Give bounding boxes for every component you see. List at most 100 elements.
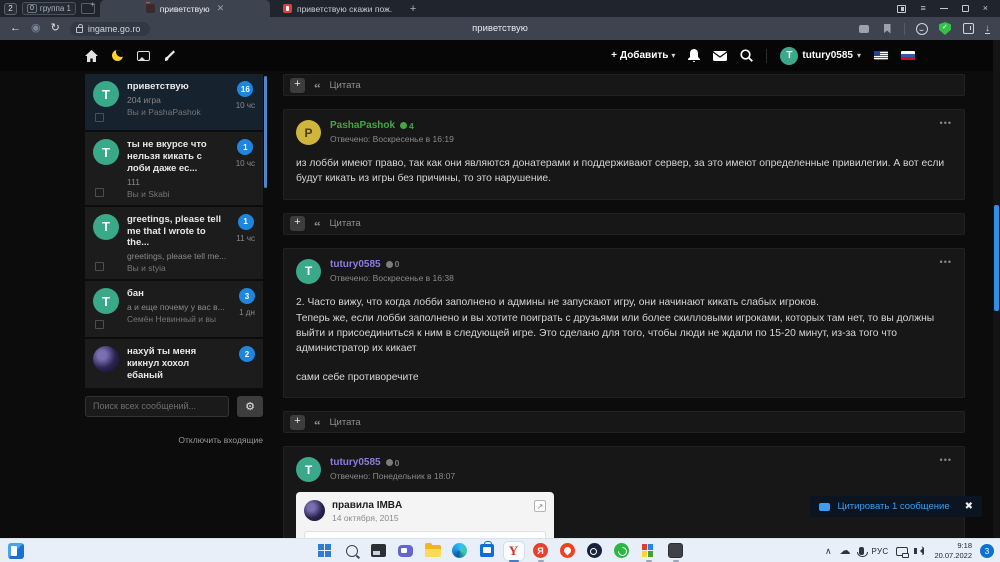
- downloads-icon[interactable]: ↓: [985, 23, 990, 34]
- sidebar-scrollbar[interactable]: [264, 76, 267, 188]
- conversation-checkbox[interactable]: [95, 320, 104, 330]
- multiquote-plus-button[interactable]: +: [290, 414, 305, 430]
- alice-assistant-icon[interactable]: [916, 22, 928, 35]
- post-options-icon[interactable]: •••: [940, 118, 952, 128]
- post-author[interactable]: tutury0585: [330, 259, 381, 270]
- minimize-icon[interactable]: [939, 8, 948, 9]
- microsoft-store-icon[interactable]: [477, 541, 497, 560]
- add-button[interactable]: + Добавить ▾: [611, 50, 675, 61]
- quote-label[interactable]: Цитата: [330, 417, 361, 428]
- search-icon[interactable]: [740, 49, 754, 62]
- quote-icon: “: [314, 218, 321, 234]
- embed-title[interactable]: правила IMBA: [332, 500, 402, 511]
- messages-envelope-icon[interactable]: [713, 50, 728, 61]
- conversation-avatar: T: [93, 81, 119, 107]
- language-flag-ru-icon[interactable]: [901, 51, 915, 60]
- brush-icon[interactable]: [164, 49, 177, 62]
- menu-icon[interactable]: ≡: [920, 4, 925, 13]
- quote-toast-label[interactable]: Цитировать 1 сообщение: [837, 501, 949, 512]
- conversation-item[interactable]: T бан а и еще почему у вас в... Семён Не…: [85, 281, 263, 338]
- page-scrollbar[interactable]: [993, 40, 1000, 538]
- forward-icon[interactable]: ◉: [31, 23, 41, 34]
- microphone-icon[interactable]: [856, 547, 868, 557]
- home-icon[interactable]: [85, 49, 98, 62]
- user-menu[interactable]: T tutury0585 ▾: [780, 46, 861, 65]
- address-bar[interactable]: ingame.go.ro: [69, 21, 151, 36]
- teams-chat-icon[interactable]: [396, 542, 416, 560]
- search-messages-input[interactable]: [85, 395, 229, 417]
- post-author[interactable]: tutury0585: [330, 457, 381, 468]
- whatsapp-icon[interactable]: [612, 542, 632, 560]
- post-avatar[interactable]: P: [296, 120, 321, 145]
- protect-shield-icon[interactable]: [939, 22, 951, 35]
- maximize-icon[interactable]: [961, 5, 969, 12]
- chevron-down-icon: ▾: [671, 51, 676, 60]
- embedded-topic-card[interactable]: правила IMBA 14 октября, 2015 ↗ правила …: [296, 492, 554, 538]
- dark-app-window-icon[interactable]: [369, 542, 389, 560]
- comments-icon[interactable]: [858, 23, 870, 35]
- back-icon[interactable]: ←: [10, 23, 21, 34]
- conversation-checkbox[interactable]: [95, 262, 104, 272]
- post-avatar[interactable]: T: [296, 457, 321, 483]
- new-tab-button[interactable]: +: [405, 2, 421, 16]
- quote-label[interactable]: Цитата: [330, 80, 361, 91]
- network-display-icon[interactable]: [896, 546, 910, 558]
- conversation-checkbox[interactable]: [95, 187, 104, 197]
- expand-icon[interactable]: ↗: [534, 500, 546, 513]
- new-group-icon[interactable]: [80, 0, 95, 14]
- tab-group-chip[interactable]: 0 группа 1: [22, 2, 76, 15]
- speaker-icon[interactable]: [914, 545, 925, 555]
- steam-icon[interactable]: [585, 542, 605, 560]
- notification-count-badge[interactable]: 3: [980, 544, 994, 558]
- multiquote-plus-button[interactable]: +: [290, 216, 305, 232]
- embed-avatar: [304, 500, 325, 522]
- edge-browser-icon[interactable]: [450, 542, 470, 560]
- scrollbar-thumb[interactable]: [994, 205, 999, 311]
- hidden-icons-chevron[interactable]: ∧: [825, 546, 832, 556]
- conversation-item[interactable]: T приветствую 204 игра Вы и PashaPashok …: [85, 74, 263, 130]
- taskbar-search-icon[interactable]: [342, 542, 362, 560]
- conversation-checkbox[interactable]: [95, 113, 104, 122]
- language-flag-us-icon[interactable]: [874, 51, 888, 60]
- conversation-item[interactable]: T greetings, please tell me that I wrote…: [85, 206, 263, 280]
- conversation-item[interactable]: T ты не вкурсе что нельзя кикать с лоби …: [85, 132, 263, 205]
- colorful-app-icon[interactable]: [639, 542, 659, 562]
- language-indicator[interactable]: РУС: [872, 547, 889, 556]
- post-options-icon[interactable]: •••: [940, 257, 952, 267]
- tab-inactive[interactable]: приветствую скажи пож.: [275, 0, 400, 17]
- bookmark-icon[interactable]: [881, 23, 893, 35]
- sidebar-search-row: ⚙: [85, 395, 263, 417]
- tab-close-icon[interactable]: ✕: [217, 3, 225, 14]
- quote-selection-toast[interactable]: Цитировать 1 сообщение ✖: [810, 496, 982, 517]
- post-author[interactable]: PashaPashok: [330, 120, 395, 131]
- gallery-icon[interactable]: [137, 50, 150, 61]
- refresh-icon[interactable]: ↻: [51, 23, 60, 34]
- gear-icon[interactable]: ⚙: [237, 395, 263, 417]
- tab-active[interactable]: приветствую ✕: [99, 0, 270, 17]
- yandex-browser-icon[interactable]: Y: [503, 541, 524, 562]
- post-avatar[interactable]: T: [296, 258, 321, 284]
- quote-label[interactable]: Цитата: [330, 218, 361, 229]
- tab-counter[interactable]: 2: [4, 2, 17, 15]
- tab-group-badge: 0: [27, 4, 37, 13]
- drop-app-icon[interactable]: [558, 542, 578, 560]
- quote-bar: + “ Цитата: [283, 74, 965, 96]
- notifications-bell-icon[interactable]: [688, 49, 701, 62]
- post-options-icon[interactable]: •••: [940, 455, 952, 465]
- conversation-item[interactable]: нахуй ты меня кикнул хохол ебаный 2: [85, 339, 263, 388]
- popout-icon[interactable]: [897, 4, 907, 13]
- collections-icon[interactable]: [962, 23, 974, 35]
- disable-incoming-link[interactable]: Отключить входящие: [85, 435, 263, 445]
- clock[interactable]: 9:18 20.07.2022: [934, 541, 972, 561]
- onedrive-cloud-icon[interactable]: ☁: [840, 545, 851, 557]
- theme-moon-icon[interactable]: [112, 50, 123, 61]
- dark-app-icon[interactable]: [666, 542, 686, 562]
- close-window-icon[interactable]: ×: [983, 4, 988, 13]
- start-button[interactable]: [315, 542, 335, 560]
- chevron-down-icon: ▾: [856, 51, 861, 60]
- file-explorer-icon[interactable]: [423, 542, 443, 560]
- widgets-icon[interactable]: [8, 543, 24, 559]
- toast-close-icon[interactable]: ✖: [965, 501, 973, 512]
- yandex-app-icon[interactable]: Я: [531, 542, 551, 562]
- multiquote-plus-button[interactable]: +: [290, 77, 305, 93]
